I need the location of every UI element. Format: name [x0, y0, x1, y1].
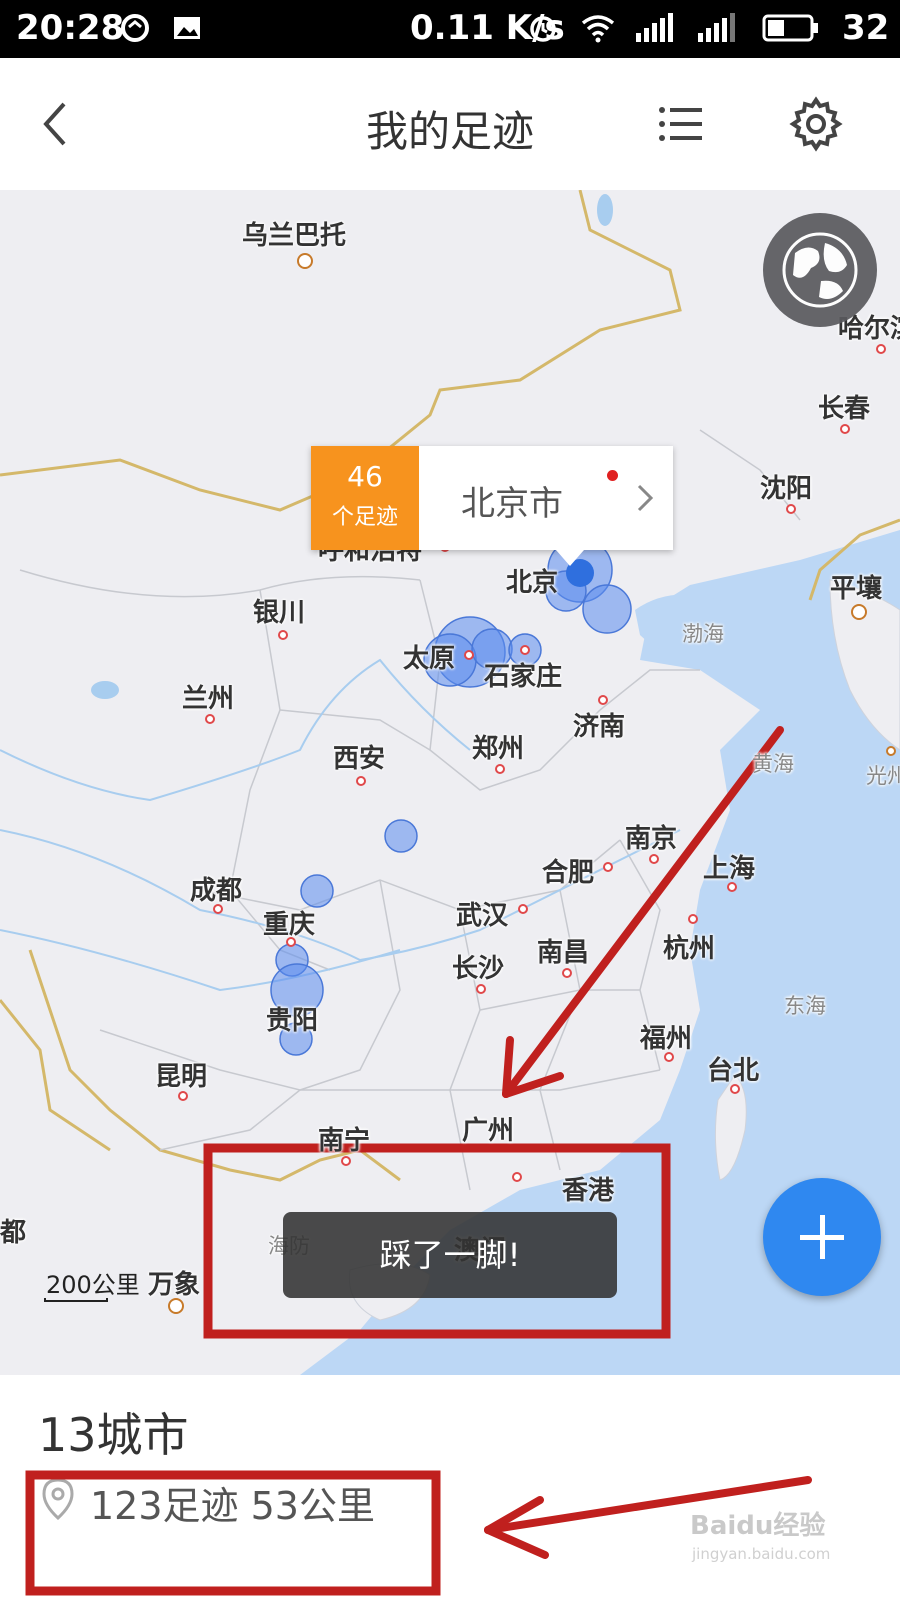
signal-4g-icon [636, 13, 673, 42]
map-scale-label: 200公里 [46, 1271, 140, 1299]
add-footprint-button[interactable] [763, 1178, 881, 1296]
city-label: 乌兰巴托 [242, 221, 347, 251]
city-marker [356, 776, 366, 786]
status-time: 20:28 [16, 8, 125, 48]
capital-marker [851, 604, 867, 620]
city-callout[interactable]: 46 个足迹 北京市 [311, 446, 673, 566]
city-label: 南昌 [537, 938, 590, 968]
watermark: Baidu经验 [690, 1511, 826, 1541]
city-label: 上海 [703, 854, 756, 884]
city-marker [786, 504, 796, 514]
capital-marker [168, 1298, 184, 1314]
city-marker [727, 882, 737, 892]
city-marker [464, 650, 474, 660]
city-marker [730, 1084, 740, 1094]
page-title: 我的足迹 [365, 107, 534, 156]
city-label: 沈阳 [760, 474, 813, 504]
battery-level: 32 [842, 8, 890, 48]
battery-icon [762, 14, 818, 42]
capital-marker [297, 253, 313, 269]
city-label: 重庆 [263, 910, 316, 940]
city-marker [664, 1052, 674, 1062]
sync-icon [121, 14, 149, 42]
city-label: 济南 [573, 712, 626, 742]
city-label: 郑州 [472, 734, 525, 764]
city-marker [476, 984, 486, 994]
city-marker [512, 1172, 522, 1182]
city-label: 长春 [818, 394, 871, 424]
city-label: 昆明 [155, 1062, 208, 1092]
city-marker [278, 630, 288, 640]
city-marker [520, 645, 530, 655]
city-label: 香港 [562, 1176, 615, 1206]
footprint-count-label: 个足迹 [331, 505, 398, 530]
city-label: 广州 [462, 1116, 515, 1146]
city-marker [688, 914, 698, 924]
sea-label: 黄海 [752, 752, 794, 776]
city-marker [286, 937, 296, 947]
city-label: 武汉 [456, 901, 509, 931]
map-scale-bar [44, 1298, 108, 1302]
city-marker [598, 695, 608, 705]
city-label: 兰州 [182, 684, 235, 714]
globe-button[interactable] [763, 213, 877, 327]
summary-panel: 13城市 123足迹 53公里 [0, 1375, 900, 1600]
city-label: 石家庄 [484, 662, 563, 692]
alarm-icon [530, 16, 556, 42]
city-label: 贵阳 [266, 1006, 319, 1036]
city-label: 光州 [866, 764, 900, 788]
city-label: 银川 [253, 598, 306, 628]
city-label: 南京 [625, 824, 678, 854]
map-view[interactable]: 乌兰巴托 哈尔滨 长春 沈阳 呼和浩特 北京 平壤 银川 太原 石家庄 渤海 兰… [0, 190, 900, 1375]
city-marker [213, 904, 223, 914]
sea-label: 渤海 [682, 622, 724, 646]
stats-text: 123足迹 53公里 [90, 1484, 375, 1528]
image-icon [174, 17, 200, 39]
watermark-url: jingyan.baidu.com [692, 1545, 831, 1563]
new-dot-icon [607, 470, 618, 481]
city-marker [518, 904, 528, 914]
city-label: 西安 [333, 744, 386, 774]
location-pin-icon [42, 1478, 74, 1521]
city-marker [495, 764, 505, 774]
city-marker [562, 968, 572, 978]
footprint-count: 46 [347, 460, 383, 493]
callout-tail [556, 550, 584, 566]
status-bar: 20:28 0.11 K/s 32 [0, 0, 900, 58]
gear-icon[interactable] [786, 94, 846, 154]
city-label: 长沙 [452, 954, 505, 984]
wifi-icon [581, 15, 615, 43]
city-marker [341, 1156, 351, 1166]
list-icon[interactable] [652, 94, 712, 154]
signal-icon [698, 13, 735, 42]
callout-city-name: 北京市 [461, 484, 563, 524]
toast-message: 踩了一脚! [283, 1212, 617, 1298]
city-marker [603, 862, 613, 872]
city-label: 台北 [707, 1056, 760, 1086]
city-label: 北京 [506, 568, 559, 598]
chevron-right-icon [637, 484, 654, 512]
city-label: 万象 [148, 1270, 201, 1300]
city-label: 成都 [190, 876, 243, 906]
city-label: 福州 [640, 1024, 693, 1054]
city-label: 平壤 [830, 574, 883, 604]
city-label: 杭州 [663, 934, 716, 964]
city-label: 太原 [403, 644, 456, 674]
city-marker [840, 424, 850, 434]
city-marker [178, 1091, 188, 1101]
city-marker [649, 854, 659, 864]
city-marker [876, 344, 886, 354]
header: 我的足迹 [0, 58, 900, 190]
city-label: 合肥 [542, 858, 595, 888]
city-marker [205, 714, 215, 724]
city-marker [886, 746, 896, 756]
city-label: 南宁 [318, 1126, 371, 1156]
city-count: 13城市 [38, 1408, 189, 1462]
globe-icon [782, 232, 858, 308]
plus-icon [800, 1215, 844, 1259]
footprint-count-box: 46 个足迹 [311, 446, 419, 550]
city-label: 都 [0, 1218, 27, 1248]
sea-label: 东海 [784, 994, 826, 1018]
